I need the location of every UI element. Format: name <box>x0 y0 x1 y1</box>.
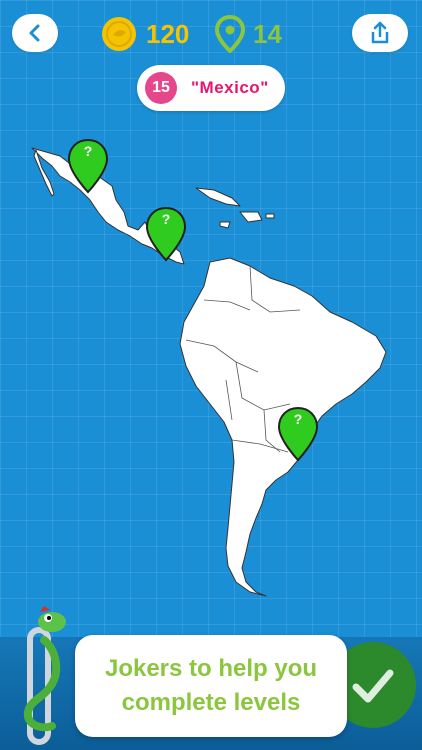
pin-label: ? <box>83 143 93 159</box>
joker-mascot[interactable] <box>16 600 76 750</box>
puerto-rico[interactable] <box>265 213 275 219</box>
pin-label: ? <box>293 411 303 427</box>
lizard-head <box>38 612 66 632</box>
hispaniola[interactable] <box>239 211 263 223</box>
jamaica[interactable] <box>219 221 231 229</box>
pin-label: ? <box>161 211 171 227</box>
cuba[interactable] <box>195 187 241 207</box>
map-pin-mexico[interactable]: ? <box>66 138 110 196</box>
tooltip-line-2: complete levels <box>121 689 301 716</box>
map-pin-south-america[interactable]: ? <box>276 406 320 464</box>
map-pin-central-america[interactable]: ? <box>144 206 188 264</box>
checkmark-icon <box>352 669 394 703</box>
joker-tooltip: Jokers to help you complete levels <box>75 635 347 737</box>
tooltip-line-1: Jokers to help you <box>104 655 318 682</box>
